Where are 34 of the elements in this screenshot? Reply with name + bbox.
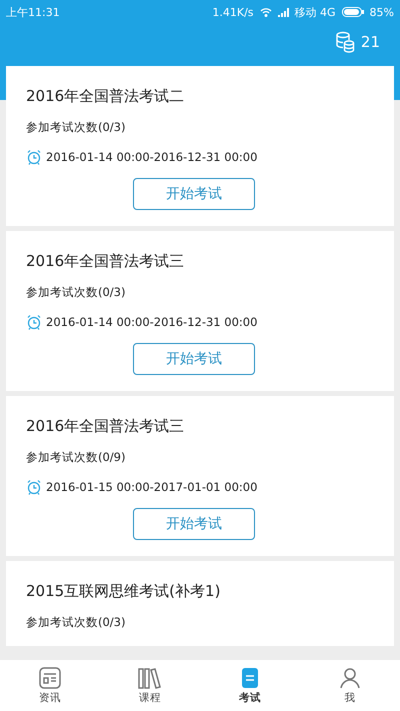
exam-title: 2015互联网思维考试(补考1) bbox=[26, 582, 222, 601]
alarm-clock-icon bbox=[26, 479, 42, 495]
network-speed: 1.41K/s bbox=[212, 6, 254, 18]
attempt-count: 参加考试次数(0/3) bbox=[26, 120, 126, 135]
carrier-label: 移动 4G bbox=[294, 4, 336, 20]
exam-title: 2016年全国普法考试三 bbox=[26, 252, 186, 271]
exam-title: 2016年全国普法考试二 bbox=[26, 87, 186, 106]
exam-period: 2016-01-15 00:00-2017-01-01 00:00 bbox=[46, 480, 258, 494]
signal-icon bbox=[278, 8, 289, 16]
coins-icon bbox=[334, 31, 355, 53]
battery-icon bbox=[342, 7, 364, 17]
exam-title: 2016年全国普法考试三 bbox=[26, 417, 186, 436]
alarm-clock-icon bbox=[26, 149, 42, 165]
attempt-count: 参加考试次数(0/3) bbox=[26, 615, 126, 630]
document-icon bbox=[239, 666, 261, 688]
wifi-icon bbox=[260, 7, 272, 17]
nav-tab[interactable]: 课程 bbox=[100, 660, 200, 711]
start-exam-button[interactable]: 开始考试 bbox=[133, 508, 255, 540]
exam-period: 2016-01-14 00:00-2016-12-31 00:00 bbox=[46, 315, 258, 329]
start-exam-button[interactable]: 开始考试 bbox=[133, 178, 255, 210]
battery-level: 85% bbox=[370, 6, 394, 18]
start-exam-button[interactable]: 开始考试 bbox=[133, 343, 255, 375]
person-icon bbox=[339, 666, 361, 688]
attempt-count: 参加考试次数(0/9) bbox=[26, 450, 126, 465]
alarm-clock-icon bbox=[26, 314, 42, 330]
exam-period: 2016-01-14 00:00-2016-12-31 00:00 bbox=[46, 150, 258, 164]
nav-tab[interactable]: 考试 bbox=[200, 660, 300, 711]
attempt-count: 参加考试次数(0/3) bbox=[26, 285, 126, 300]
status-time: 上午11:31 bbox=[6, 4, 60, 20]
newspaper-icon bbox=[39, 666, 61, 688]
nav-tab[interactable]: 资讯 bbox=[0, 660, 100, 711]
books-icon bbox=[138, 666, 162, 688]
coin-count: 21 bbox=[360, 33, 380, 51]
nav-tab[interactable]: 我 bbox=[300, 660, 400, 711]
